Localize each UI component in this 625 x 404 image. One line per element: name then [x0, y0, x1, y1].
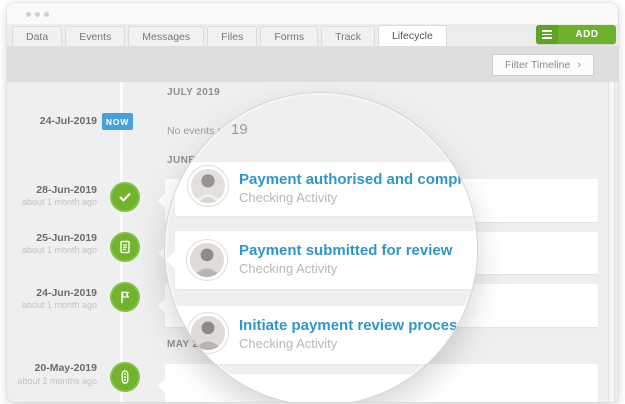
- document-icon[interactable]: [110, 232, 140, 262]
- timeline-date: 28-Jun-2019: [36, 184, 97, 196]
- timeline-ago: about 1 month ago: [21, 245, 97, 255]
- menu-icon[interactable]: [536, 25, 558, 44]
- event-title: Payment submitted for review: [239, 242, 453, 260]
- timeline-date: 24-Jun-2019: [36, 287, 97, 299]
- event-subtitle: Checking Activity: [239, 260, 338, 276]
- timeline-date: 25-Jun-2019: [36, 232, 97, 244]
- event-subtitle: Checking Activity: [239, 189, 338, 205]
- magnified-text-fragment: 19: [231, 121, 248, 138]
- screenshot-canvas: Data Events Messages Files Forms Track L…: [0, 0, 625, 404]
- tab-bar: Data Events Messages Files Forms Track L…: [12, 25, 450, 46]
- tab-files[interactable]: Files: [207, 26, 258, 46]
- toolbar-strip: Filter Timeline ›: [7, 46, 618, 82]
- window-dot-icon: [26, 12, 31, 17]
- now-badge: NOW: [102, 113, 133, 130]
- app-window: Data Events Messages Files Forms Track L…: [7, 3, 618, 402]
- event-title: Initiate payment review process: [239, 317, 466, 335]
- filter-timeline-button[interactable]: Filter Timeline ›: [491, 54, 594, 76]
- add-button[interactable]: ADD: [536, 25, 616, 44]
- timeline-date: 20-May-2019: [34, 362, 97, 374]
- avatar: [188, 166, 228, 206]
- event-subtitle: Checking Activity: [239, 335, 338, 351]
- filter-timeline-label: Filter Timeline: [504, 59, 571, 71]
- event-title: Payment authorised and complete: [239, 171, 478, 189]
- window-dot-icon: [44, 12, 49, 17]
- tab-forms[interactable]: Forms: [260, 26, 319, 46]
- magnifier-loupe: 19 Payment authorised and complete Check…: [164, 92, 478, 402]
- window-dot-icon: [35, 12, 40, 17]
- tab-track[interactable]: Track: [321, 26, 375, 46]
- avatar: [171, 368, 207, 402]
- tab-lifecycle[interactable]: Lifecycle: [377, 25, 447, 46]
- chevron-right-icon: ›: [577, 59, 581, 71]
- check-icon[interactable]: [110, 182, 140, 212]
- timeline-ago: about 2 months ago: [17, 376, 97, 386]
- tab-events[interactable]: Events: [65, 26, 126, 46]
- tab-data[interactable]: Data: [12, 26, 63, 46]
- avatar: [188, 313, 228, 353]
- timeline-date-now: 24-Jul-2019: [39, 115, 97, 127]
- steps-icon[interactable]: [110, 362, 140, 392]
- month-header-july: JULY 2019: [167, 87, 221, 98]
- flag-icon[interactable]: [110, 282, 140, 312]
- tab-messages[interactable]: Messages: [128, 26, 205, 46]
- window-titlebar: [7, 3, 618, 25]
- add-button-label: ADD: [575, 29, 599, 40]
- scrollbar[interactable]: [608, 82, 615, 402]
- avatar: [187, 240, 227, 280]
- timeline-ago: about 1 month ago: [21, 300, 97, 310]
- timeline-ago: about 1 month ago: [21, 197, 97, 207]
